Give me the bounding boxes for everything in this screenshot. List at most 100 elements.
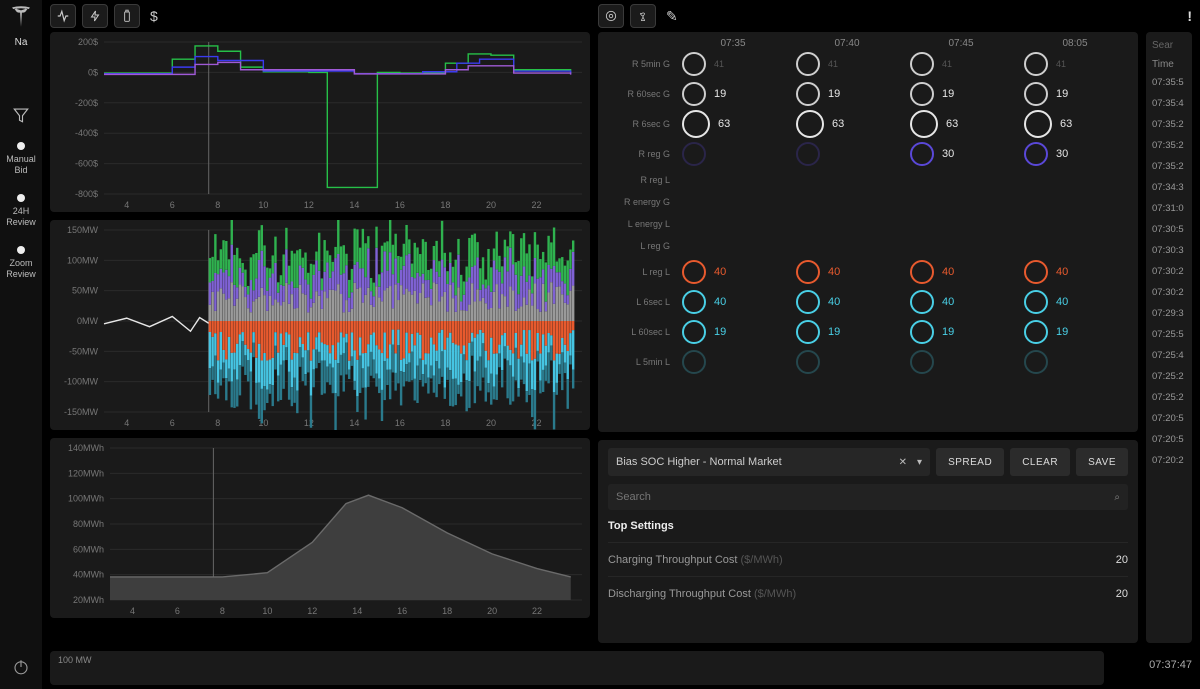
event-row[interactable]: 07:35:5: [1152, 72, 1188, 93]
bid-grid-cell[interactable]: 40: [676, 290, 790, 314]
bid-grid-cell[interactable]: 19: [676, 320, 790, 344]
chess-icon[interactable]: [630, 4, 656, 28]
bid-grid-cell[interactable]: 41: [904, 52, 1018, 76]
bid-grid-cell[interactable]: 40: [790, 260, 904, 284]
activity-icon[interactable]: [50, 4, 76, 28]
bid-grid-cell[interactable]: 63: [1018, 110, 1132, 138]
profile-selector[interactable]: Bias SOC Higher - Normal Market ✕ ▾: [608, 448, 930, 476]
bid-grid-row-label: R 5min G: [598, 59, 676, 69]
event-row[interactable]: 07:30:2: [1152, 282, 1188, 303]
svg-text:22: 22: [531, 200, 541, 210]
svg-text:14: 14: [349, 200, 359, 210]
clear-button[interactable]: CLEAR: [1010, 448, 1070, 476]
event-row[interactable]: 07:25:2: [1152, 387, 1188, 408]
bid-grid-cell[interactable]: 30: [1018, 142, 1132, 166]
bolt-icon[interactable]: [82, 4, 108, 28]
bid-circle-icon: [910, 260, 934, 284]
chevron-down-icon[interactable]: ▾: [917, 457, 922, 468]
bid-circle-icon: [682, 110, 710, 138]
bid-grid-cell[interactable]: 40: [1018, 290, 1132, 314]
svg-text:8: 8: [215, 200, 220, 210]
bid-grid-cell[interactable]: [676, 142, 790, 166]
event-row[interactable]: 07:31:0: [1152, 198, 1188, 219]
event-row[interactable]: 07:35:4: [1152, 93, 1188, 114]
bid-grid-cell[interactable]: 63: [904, 110, 1018, 138]
svg-text:120MWh: 120MWh: [68, 468, 104, 478]
battery-icon[interactable]: [114, 4, 140, 28]
bid-toolbar: ✎: [598, 0, 1138, 32]
bid-grid-cell[interactable]: 41: [1018, 52, 1132, 76]
bid-grid-cell[interactable]: [1018, 350, 1132, 374]
bid-grid-cell[interactable]: 19: [1018, 320, 1132, 344]
bid-grid-cell[interactable]: 41: [676, 52, 790, 76]
settings-search-input[interactable]: [616, 491, 1114, 503]
bid-grid-cell[interactable]: 19: [904, 82, 1018, 106]
price-chart[interactable]: 200$0$-200$-400$-600$-800$46810121416182…: [50, 32, 590, 212]
save-button[interactable]: SAVE: [1076, 448, 1128, 476]
bid-grid-cell[interactable]: 63: [790, 110, 904, 138]
event-row[interactable]: 07:29:3: [1152, 303, 1188, 324]
bid-circle-icon: [1024, 52, 1048, 76]
bid-grid-cell[interactable]: 40: [904, 290, 1018, 314]
event-row[interactable]: 07:25:5: [1152, 324, 1188, 345]
rail-item-zoom-review[interactable]: ZoomReview: [6, 246, 36, 280]
footer-chart[interactable]: 100 MW: [50, 651, 1104, 685]
event-row[interactable]: 07:30:5: [1152, 219, 1188, 240]
bid-grid-cell[interactable]: 41: [790, 52, 904, 76]
spread-button[interactable]: SPREAD: [936, 448, 1004, 476]
svg-text:-200$: -200$: [75, 98, 98, 108]
event-row[interactable]: 07:20:5: [1152, 429, 1188, 450]
event-row[interactable]: 07:25:2: [1152, 366, 1188, 387]
rail-item-manual-bid[interactable]: ManualBid: [6, 142, 36, 176]
bid-grid-cell[interactable]: 40: [1018, 260, 1132, 284]
rail-item-24h-review[interactable]: 24HReview: [6, 194, 36, 228]
power-chart[interactable]: 150MW100MW50MW0MW-50MW-100MW-150MW468101…: [50, 220, 590, 430]
power-icon[interactable]: [12, 658, 30, 679]
event-row[interactable]: 07:35:2: [1152, 135, 1188, 156]
event-row[interactable]: 07:20:2: [1152, 450, 1188, 471]
bid-grid-cell[interactable]: 30: [904, 142, 1018, 166]
event-row[interactable]: 07:35:2: [1152, 156, 1188, 177]
dollar-icon[interactable]: $: [146, 8, 162, 24]
bid-grid-value: 41: [942, 59, 952, 69]
event-row[interactable]: 07:30:2: [1152, 261, 1188, 282]
bid-grid-cell[interactable]: 63: [676, 110, 790, 138]
bid-grid-cell[interactable]: 40: [676, 260, 790, 284]
svg-text:4: 4: [124, 200, 129, 210]
bid-grid-cell[interactable]: [790, 350, 904, 374]
settings-search[interactable]: ⌕: [608, 484, 1128, 510]
bid-grid-row-label: L 5min L: [598, 357, 676, 367]
close-icon[interactable]: ✕: [899, 457, 907, 468]
clock: 07:37:47: [1112, 651, 1192, 671]
bid-grid-cell[interactable]: 19: [1018, 82, 1132, 106]
energy-chart[interactable]: 140MWh120MWh100MWh80MWh60MWh40MWh20MWh46…: [50, 438, 590, 618]
events-header: Time: [1152, 55, 1188, 72]
svg-text:16: 16: [395, 418, 405, 428]
bid-grid-row-label: L energy L: [598, 219, 676, 229]
alert-icon[interactable]: !: [1187, 8, 1192, 24]
bid-grid-cell[interactable]: 40: [790, 290, 904, 314]
bid-grid-cell[interactable]: 19: [790, 82, 904, 106]
settings-row[interactable]: Discharging Throughput Cost ($/MWh)20: [608, 576, 1128, 610]
wrench-icon[interactable]: ✎: [662, 8, 682, 25]
bid-grid-cell[interactable]: [904, 350, 1018, 374]
event-row[interactable]: 07:35:2: [1152, 114, 1188, 135]
bid-grid-cell[interactable]: [790, 142, 904, 166]
bid-grid-cell[interactable]: 19: [790, 320, 904, 344]
bid-grid-cell[interactable]: 19: [904, 320, 1018, 344]
event-row[interactable]: 07:20:5: [1152, 408, 1188, 429]
bid-grid-row-label: R 60sec G: [598, 89, 676, 99]
target-icon[interactable]: [598, 4, 624, 28]
event-row[interactable]: 07:25:4: [1152, 345, 1188, 366]
svg-text:6: 6: [170, 200, 175, 210]
settings-row[interactable]: Charging Throughput Cost ($/MWh)20: [608, 542, 1128, 576]
bid-grid-cell[interactable]: [676, 350, 790, 374]
bid-grid-cell[interactable]: 19: [676, 82, 790, 106]
bid-grid-cell[interactable]: 40: [904, 260, 1018, 284]
bid-grid-value: 63: [832, 118, 844, 130]
event-row[interactable]: 07:34:3: [1152, 177, 1188, 198]
filter-icon[interactable]: [12, 106, 30, 124]
footer-label: 100 MW: [58, 655, 92, 665]
event-row[interactable]: 07:30:3: [1152, 240, 1188, 261]
events-search-label[interactable]: Sear: [1152, 36, 1188, 55]
